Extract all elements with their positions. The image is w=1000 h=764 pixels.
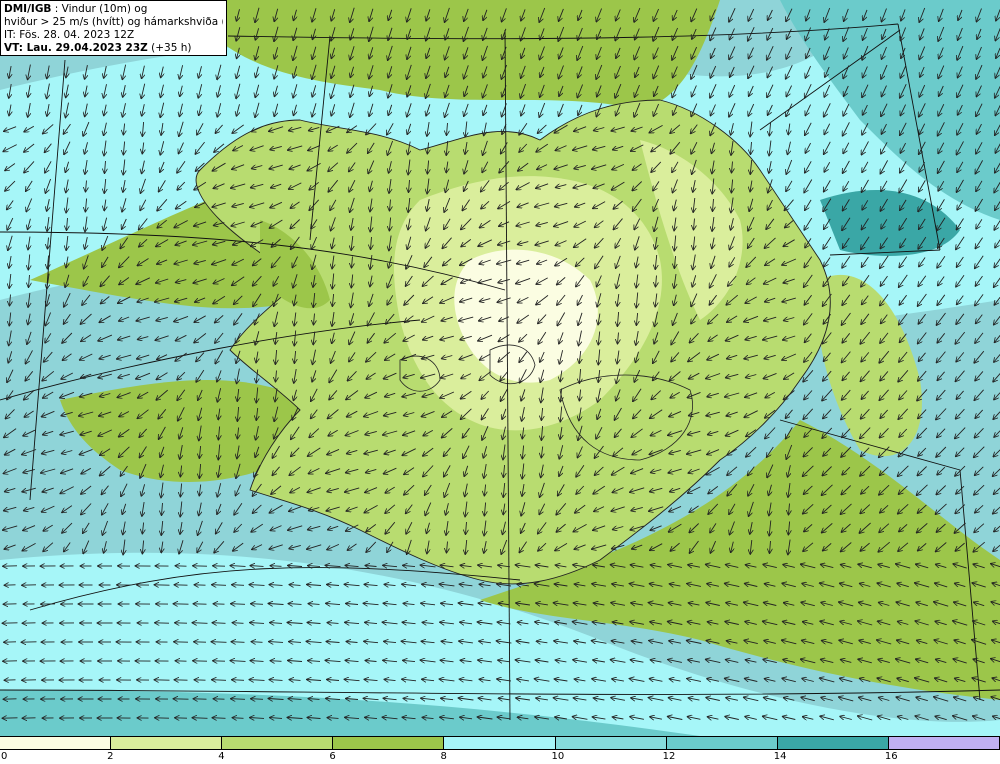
legend-tick-label: 10: [551, 751, 565, 762]
wind-arrow: [251, 699, 264, 700]
init-time: IT: Fös. 28. 04. 2023 12Z: [4, 29, 135, 41]
legend-tick-label: 8: [440, 751, 447, 762]
info-title-row: DMI/IGB : Vindur (10m) og: [4, 3, 223, 16]
wind-arrow: [212, 585, 227, 586]
legend-tick-label: 6: [329, 751, 336, 762]
wind-arrow: [213, 623, 226, 624]
wind-map: [0, 0, 1000, 736]
legend-swatch: [111, 737, 223, 749]
source-label: DMI/IGB: [4, 3, 52, 15]
legend-swatch: [444, 737, 556, 749]
wind-arrow: [193, 623, 208, 624]
wind-arrow: [233, 623, 244, 624]
legend-tick-label: 4: [218, 751, 225, 762]
legend-labels: 0 2 4 6 8 10 12 14 16: [0, 750, 1000, 764]
legend-swatch: [333, 737, 445, 749]
wind-arrow: [231, 604, 246, 605]
wind-arrow: [251, 604, 264, 605]
title-text: : Vindur (10m) og: [51, 3, 148, 15]
wind-arrow: [233, 718, 244, 719]
legend-swatch: [555, 737, 667, 749]
legend-tick-label: 12: [662, 751, 676, 762]
valid-time: VT: Lau. 29.04.2023 23Z: [4, 42, 148, 54]
legend-tick-label: 16: [884, 751, 898, 762]
map-info-box: DMI/IGB : Vindur (10m) og hviður > 25 m/…: [0, 0, 227, 56]
wind-arrow: [193, 718, 208, 719]
lead-time: (+35 h): [147, 42, 192, 54]
wind-arrow: [212, 642, 227, 643]
legend-swatch: [222, 737, 334, 749]
info-subtitle: hviður > 25 m/s (hvítt) og hámarkshviða …: [4, 16, 223, 28]
legend-swatch: [777, 737, 889, 749]
legend-swatch: [888, 737, 1000, 749]
wind-arrow: [271, 566, 282, 567]
wind-arrow: [232, 642, 245, 643]
legend-swatch: [0, 737, 112, 749]
legend-tick-label: 0: [1, 751, 8, 762]
legend-tick-label: 2: [107, 751, 114, 762]
legend-tick-label: 14: [773, 751, 787, 762]
wind-arrow: [213, 718, 226, 719]
wind-arrow: [212, 680, 227, 681]
legend-swatch: [666, 737, 778, 749]
wind-arrow: [232, 585, 245, 586]
wind-arrow: [271, 661, 282, 662]
legend-color-bar: [0, 736, 1000, 750]
wind-arrow: [232, 680, 245, 681]
wind-arrow: [252, 642, 263, 643]
wind-arrow: [231, 699, 246, 700]
valid-time-row: VT: Lau. 29.04.2023 23Z (+35 h): [4, 42, 223, 55]
color-legend: 0 2 4 6 8 10 12 14 16: [0, 736, 1000, 764]
